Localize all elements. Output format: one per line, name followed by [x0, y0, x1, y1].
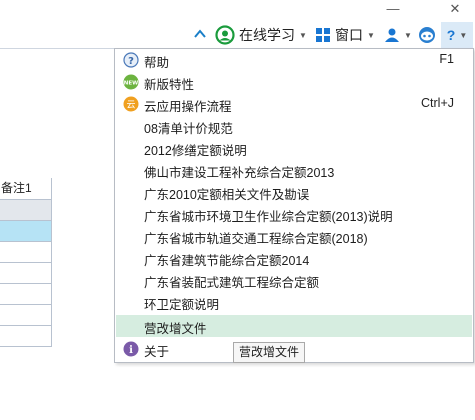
help-dropdown-menu: ? 帮助 F1 NEW 新版特性 云 云应用操作流程 Ctrl+J 08清单计价… [114, 48, 474, 363]
svg-text:i: i [129, 345, 133, 356]
table-row[interactable] [0, 221, 52, 242]
close-button[interactable]: ✕ [440, 0, 470, 20]
table-row[interactable] [0, 242, 52, 263]
table-row[interactable] [0, 305, 52, 326]
toolbar: 在线学习 ▼ 窗口 ▼ ▼ ? ▼ [0, 22, 475, 48]
data-grid: 备注1 [0, 178, 52, 347]
menu-item-sanitation-quota-notes[interactable]: 环卫定额说明 [116, 291, 472, 313]
menu-item-energy-saving-quota-2014[interactable]: 广东省建筑节能综合定额2014 [116, 247, 472, 269]
menu-item-prefab-building-quota[interactable]: 广东省装配式建筑工程综合定额 [116, 269, 472, 291]
new-badge-icon: NEW [123, 74, 139, 90]
menu-item-label: 佛山市建设工程补充综合定额2013 [144, 166, 335, 180]
cloud-app-icon: 云 [123, 96, 139, 112]
window-grid-icon [316, 28, 330, 42]
table-row[interactable] [0, 284, 52, 305]
menu-item-label: 关于 [144, 345, 170, 359]
menu-item-label: 云应用操作流程 [144, 100, 232, 114]
collapse-up-icon[interactable] [194, 28, 206, 40]
window-menu-button[interactable]: 窗口 ▼ [316, 22, 375, 48]
menu-item-label: 广东省建筑节能综合定额2014 [144, 254, 310, 268]
menu-item-guangdong-2010-files[interactable]: 广东2010定额相关文件及勘误 [116, 181, 472, 203]
online-learning-icon [215, 25, 235, 45]
menu-item-label: 08清单计价规范 [144, 122, 233, 136]
about-icon: i [123, 341, 139, 357]
menu-item-rail-transit-quota-2018[interactable]: 广东省城市轨道交通工程综合定额(2018) [116, 225, 472, 247]
chevron-down-icon: ▼ [299, 30, 307, 40]
table-row[interactable] [0, 326, 52, 347]
menu-item-new-features[interactable]: NEW 新版特性 [116, 71, 472, 93]
question-mark-icon: ? [446, 27, 456, 43]
online-learning-button[interactable]: 在线学习 ▼ [215, 22, 307, 48]
menu-item-label: 广东2010定额相关文件及勘误 [144, 188, 310, 202]
service-button[interactable] [418, 22, 436, 48]
menu-item-cloud-app-flow[interactable]: 云 云应用操作流程 Ctrl+J [116, 93, 472, 115]
svg-text:云: 云 [126, 101, 135, 111]
menu-item-2012-repair-quota[interactable]: 2012修缮定额说明 [116, 137, 472, 159]
menu-item-help[interactable]: ? 帮助 F1 [116, 49, 472, 71]
user-icon [385, 28, 399, 42]
menu-item-label: 营改增文件 [144, 322, 207, 336]
panel-divider [0, 48, 115, 49]
help-icon: ? [123, 52, 139, 68]
menu-item-tooltip: 营改增文件 [233, 342, 306, 363]
robot-service-icon [419, 27, 435, 43]
grid-column-header[interactable]: 备注1 [0, 178, 52, 200]
svg-text:?: ? [128, 56, 134, 67]
svg-text:NEW: NEW [124, 81, 138, 87]
menu-item-label: 帮助 [144, 56, 170, 70]
minimize-button[interactable]: — [378, 0, 408, 20]
menu-item-label: 新版特性 [144, 78, 195, 92]
menu-item-label: 广东省城市环境卫生作业综合定额(2013)说明 [144, 210, 393, 224]
menu-item-08-pricing-spec[interactable]: 08清单计价规范 [116, 115, 472, 137]
menu-item-shortcut: F1 [439, 52, 454, 66]
menu-item-sanitation-quota-2013[interactable]: 广东省城市环境卫生作业综合定额(2013)说明 [116, 203, 472, 225]
menu-item-label: 环卫定额说明 [144, 298, 220, 312]
table-row[interactable] [0, 263, 52, 284]
chevron-down-icon: ▼ [367, 30, 375, 40]
table-row[interactable] [0, 200, 52, 221]
menu-item-label: 广东省装配式建筑工程综合定额 [144, 276, 320, 290]
user-menu-button[interactable]: ▼ [384, 22, 412, 48]
online-learning-label: 在线学习 [239, 27, 295, 43]
window-menu-label: 窗口 [335, 27, 363, 43]
help-menu-button[interactable]: ? ▼ [441, 22, 473, 48]
chevron-down-icon: ▼ [459, 30, 468, 40]
chevron-down-icon: ▼ [404, 30, 412, 40]
menu-item-label: 2012修缮定额说明 [144, 144, 247, 158]
menu-item-vat-reform-files[interactable]: 营改增文件 [116, 315, 472, 337]
menu-item-shortcut: Ctrl+J [421, 96, 454, 110]
menu-item-label: 广东省城市轨道交通工程综合定额(2018) [144, 232, 368, 246]
menu-item-foshan-quota-2013[interactable]: 佛山市建设工程补充综合定额2013 [116, 159, 472, 181]
title-bar: — ✕ [0, 0, 475, 22]
